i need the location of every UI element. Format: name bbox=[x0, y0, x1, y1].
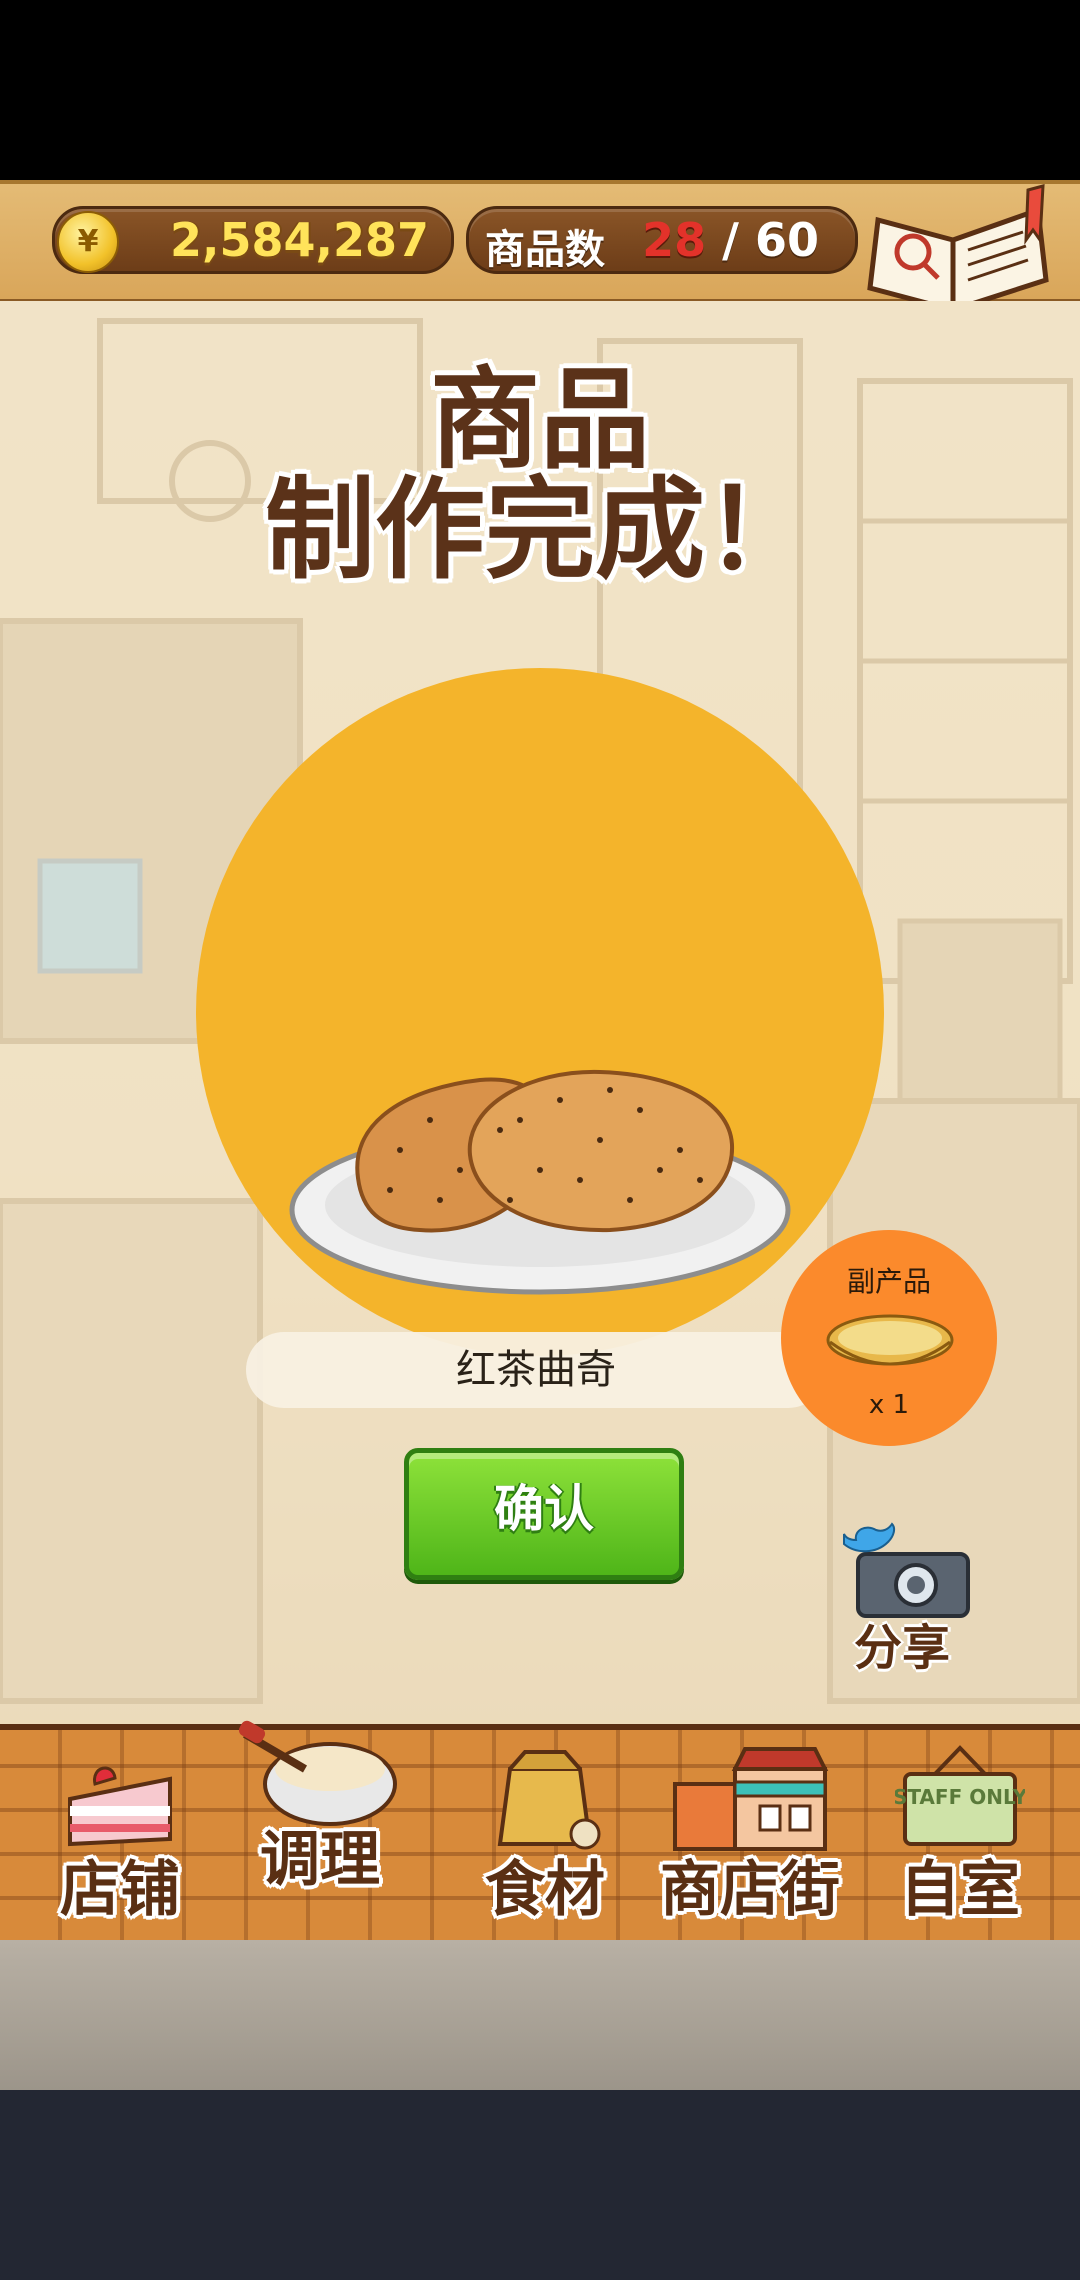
money-display: ¥ 2,584,287 bbox=[52, 206, 454, 274]
share-button[interactable]: 分享 bbox=[836, 1520, 976, 1676]
nav-item-shop[interactable]: 店铺 bbox=[40, 1730, 200, 1940]
black-tea-cookie-image bbox=[289, 1069, 791, 1295]
staff-sign-text: STAFF ONLY bbox=[895, 1785, 1025, 1809]
pavement bbox=[0, 1940, 1080, 2090]
camera-share-icon bbox=[843, 1522, 970, 1618]
staff-only-sign-icon: STAFF ONLY bbox=[895, 1745, 1025, 1846]
byproduct-label: 副产品 bbox=[846, 1265, 931, 1298]
nav-label-shop: 店铺 bbox=[60, 1855, 180, 1925]
flour-sack-icon bbox=[497, 1750, 601, 1850]
shop-street-icon bbox=[673, 1747, 829, 1851]
money-value: 2,584,287 bbox=[170, 213, 429, 267]
nav-item-ingredients[interactable]: 食材 bbox=[470, 1730, 620, 1940]
goods-separator: / bbox=[722, 213, 739, 267]
nav-label-cooking: 调理 bbox=[260, 1825, 380, 1895]
nav-label-ingredients: 食材 bbox=[485, 1855, 605, 1925]
nav-label-my-room: 自室 bbox=[900, 1855, 1020, 1925]
strawberry-cake-icon bbox=[68, 1766, 172, 1847]
share-label: 分享 bbox=[854, 1620, 951, 1676]
goods-label: 商品数 bbox=[485, 227, 605, 273]
recipe-book-icon bbox=[867, 184, 1049, 314]
goods-count: 28 / 60 bbox=[642, 213, 819, 267]
nav-item-shopping-street[interactable]: 商店街 bbox=[640, 1730, 860, 1940]
goods-current: 28 bbox=[642, 213, 707, 267]
nav-label-shopping-street: 商店街 bbox=[660, 1855, 840, 1925]
nav-item-cooking[interactable]: 调理 bbox=[230, 1700, 410, 1910]
headline-line-2: 制作完成！ bbox=[265, 466, 815, 594]
tart-shell-icon bbox=[826, 1314, 954, 1366]
yen-coin-icon: ¥ bbox=[57, 211, 119, 273]
nav-item-my-room[interactable]: STAFF ONLY 自室 bbox=[880, 1730, 1040, 1940]
goods-count-display: 商品数 28 / 60 bbox=[466, 206, 858, 274]
byproduct-quantity: x 1 bbox=[868, 1390, 910, 1420]
confirm-button[interactable]: 确认 bbox=[404, 1448, 684, 1580]
goods-max: 60 bbox=[754, 213, 819, 267]
product-name: 红茶曲奇 bbox=[246, 1332, 826, 1408]
bottom-nav: 店铺 调理 食材 商店街 STAFF ONLY 自室 bbox=[0, 1720, 1080, 1946]
byproduct-badge: 副产品 x 1 bbox=[781, 1230, 997, 1446]
system-nav-area bbox=[0, 2090, 1080, 2280]
status-bar-area bbox=[0, 0, 1080, 180]
